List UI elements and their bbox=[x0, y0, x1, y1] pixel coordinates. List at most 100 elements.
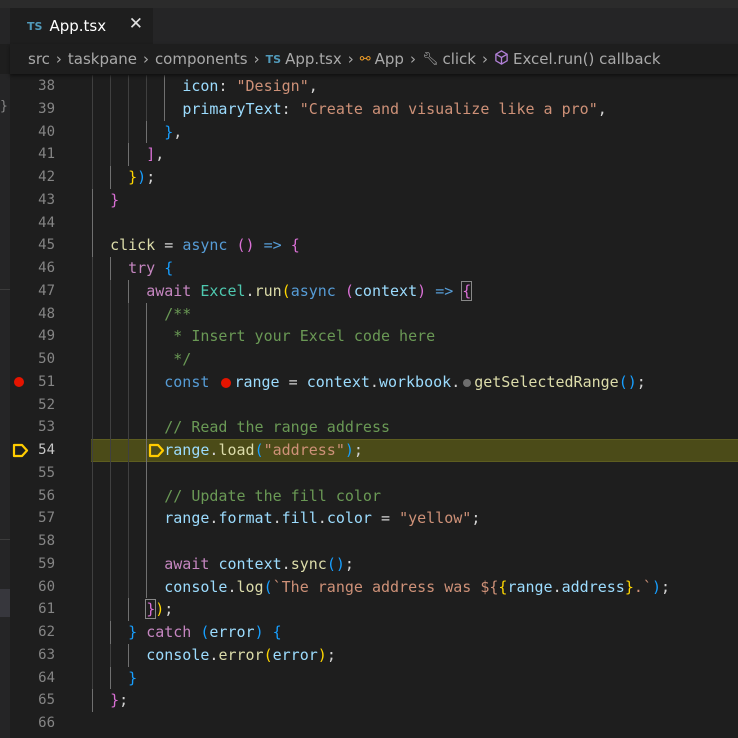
inline-breakpoint-icon[interactable] bbox=[221, 377, 232, 388]
code-line[interactable]: 64 } bbox=[10, 666, 738, 690]
breadcrumb-excel-run-callback[interactable]: Excel.run() callback bbox=[513, 50, 661, 68]
code-line[interactable]: 59 await context.sync(); bbox=[10, 552, 738, 576]
code-token: ] bbox=[146, 145, 156, 164]
code-editor[interactable]: 38 icon: "Design", 39 primaryText: "Creat… bbox=[10, 75, 738, 738]
code-line[interactable]: 57 range.format.fill.color = "yellow"; bbox=[10, 507, 738, 530]
breadcrumb-src[interactable]: src bbox=[28, 50, 50, 68]
code-line[interactable]: 41 ], bbox=[10, 143, 738, 166]
code-line[interactable]: 52 bbox=[10, 393, 738, 417]
code-token: ) bbox=[651, 577, 661, 596]
code-line[interactable]: 39 primaryText: "Create and visualize li… bbox=[10, 97, 738, 121]
code-token: ; bbox=[636, 372, 646, 391]
code-line[interactable]: 58 bbox=[10, 530, 738, 553]
code-line[interactable]: 43 } bbox=[10, 188, 738, 212]
code-token: range bbox=[234, 372, 280, 391]
typescript-icon: TS bbox=[265, 52, 282, 66]
indent-guide bbox=[128, 461, 130, 485]
code-token: console bbox=[164, 577, 228, 596]
code-token: = bbox=[155, 236, 183, 255]
code-token: ( bbox=[263, 577, 273, 596]
code-token: click bbox=[110, 236, 156, 255]
code-token: ; bbox=[164, 600, 174, 619]
breadcrumb-app[interactable]: App bbox=[375, 50, 404, 68]
code-line[interactable]: 56 // Update the fill color bbox=[10, 484, 738, 508]
code-token: `The range address was ${ bbox=[272, 577, 499, 596]
code-line[interactable]: 45 click = async () => { bbox=[10, 234, 738, 257]
code-token: . bbox=[317, 509, 327, 528]
line-number: 41 bbox=[38, 146, 55, 163]
breadcrumb-click[interactable]: click bbox=[442, 50, 476, 68]
tab-app-tsx[interactable]: TS App.tsx ✕ bbox=[10, 8, 153, 44]
tab-title: App.tsx bbox=[49, 17, 107, 35]
indent-guide bbox=[146, 530, 148, 553]
code-line[interactable]: 46 try { bbox=[10, 257, 738, 280]
line-number: 44 bbox=[38, 214, 55, 231]
code-line[interactable]: 49 * Insert your Excel code here bbox=[10, 325, 738, 348]
code-text: console.log(`The range address was ${{ra… bbox=[92, 576, 670, 599]
code-line[interactable]: 47 await Excel.run(async (context) => { bbox=[10, 279, 738, 303]
line-number: 52 bbox=[38, 396, 55, 413]
code-token: try bbox=[128, 259, 156, 277]
code-line[interactable]: 62 } catch (error) { bbox=[10, 621, 738, 644]
code-line[interactable]: 40 }, bbox=[10, 120, 738, 144]
code-token: // Update the fill color bbox=[164, 486, 381, 505]
chevron-right-icon: › bbox=[55, 50, 62, 68]
code-token: { bbox=[272, 623, 282, 641]
indent-guide bbox=[92, 461, 93, 485]
code-line[interactable]: 55 bbox=[10, 461, 738, 485]
line-number: 39 bbox=[38, 100, 55, 117]
code-line[interactable]: 51 const range = context.workbook. getSel… bbox=[10, 370, 738, 394]
code-text: } bbox=[92, 667, 137, 690]
code-line[interactable]: 44 bbox=[10, 211, 738, 235]
code-token: ; bbox=[353, 441, 363, 459]
breadcrumb-app-tsx[interactable]: App.tsx bbox=[285, 50, 342, 68]
breadcrumb-taskpane[interactable]: taskpane bbox=[68, 50, 137, 68]
code-token: // Read the range address bbox=[164, 418, 391, 437]
code-line[interactable]: 66 bbox=[10, 712, 738, 735]
code-line[interactable]: 53 // Read the range address bbox=[10, 416, 738, 439]
code-token: ( bbox=[281, 281, 291, 300]
code-line[interactable]: 42 }); bbox=[10, 166, 738, 189]
code-text: console.error(error); bbox=[92, 644, 336, 667]
code-token: color bbox=[326, 509, 372, 528]
line-number: 40 bbox=[38, 123, 55, 140]
code-token: => bbox=[435, 281, 454, 300]
chevron-right-icon: › bbox=[142, 50, 149, 68]
code-line[interactable]: 38 icon: "Design", bbox=[10, 75, 738, 98]
code-token: } bbox=[145, 599, 157, 620]
line-number: 43 bbox=[38, 191, 55, 208]
code-token: , bbox=[597, 99, 607, 118]
code-line[interactable]: 50 */ bbox=[10, 348, 738, 371]
code-text: }); bbox=[92, 166, 155, 189]
line-number: 47 bbox=[38, 282, 55, 299]
line-number: 59 bbox=[38, 555, 55, 572]
close-icon[interactable]: ✕ bbox=[129, 14, 143, 34]
code-token: log bbox=[236, 577, 264, 596]
code-token: error bbox=[218, 645, 264, 664]
code-line[interactable]: 63 console.error(error); bbox=[10, 643, 738, 667]
code-token: workbook bbox=[378, 372, 452, 391]
inline-breakpoint-hint-icon[interactable] bbox=[463, 378, 472, 387]
code-text: range.format.fill.color = "yellow"; bbox=[92, 507, 480, 530]
code-token: . bbox=[451, 372, 461, 391]
code-token: } bbox=[110, 691, 120, 710]
breadcrumb-components[interactable]: components bbox=[155, 50, 248, 68]
code-line[interactable]: 48 /** bbox=[10, 302, 738, 326]
line-number: 46 bbox=[38, 260, 55, 276]
code-line[interactable]: 60 console.log(`The range address was ${… bbox=[10, 575, 738, 599]
code-line[interactable]: 54 range.load("address"); bbox=[10, 439, 738, 462]
code-token: ) bbox=[155, 600, 165, 619]
code-token: () bbox=[326, 554, 345, 573]
code-token: run bbox=[254, 281, 282, 300]
code-line[interactable]: 61 }); bbox=[10, 598, 738, 621]
code-line[interactable]: 65 }; bbox=[10, 689, 738, 712]
